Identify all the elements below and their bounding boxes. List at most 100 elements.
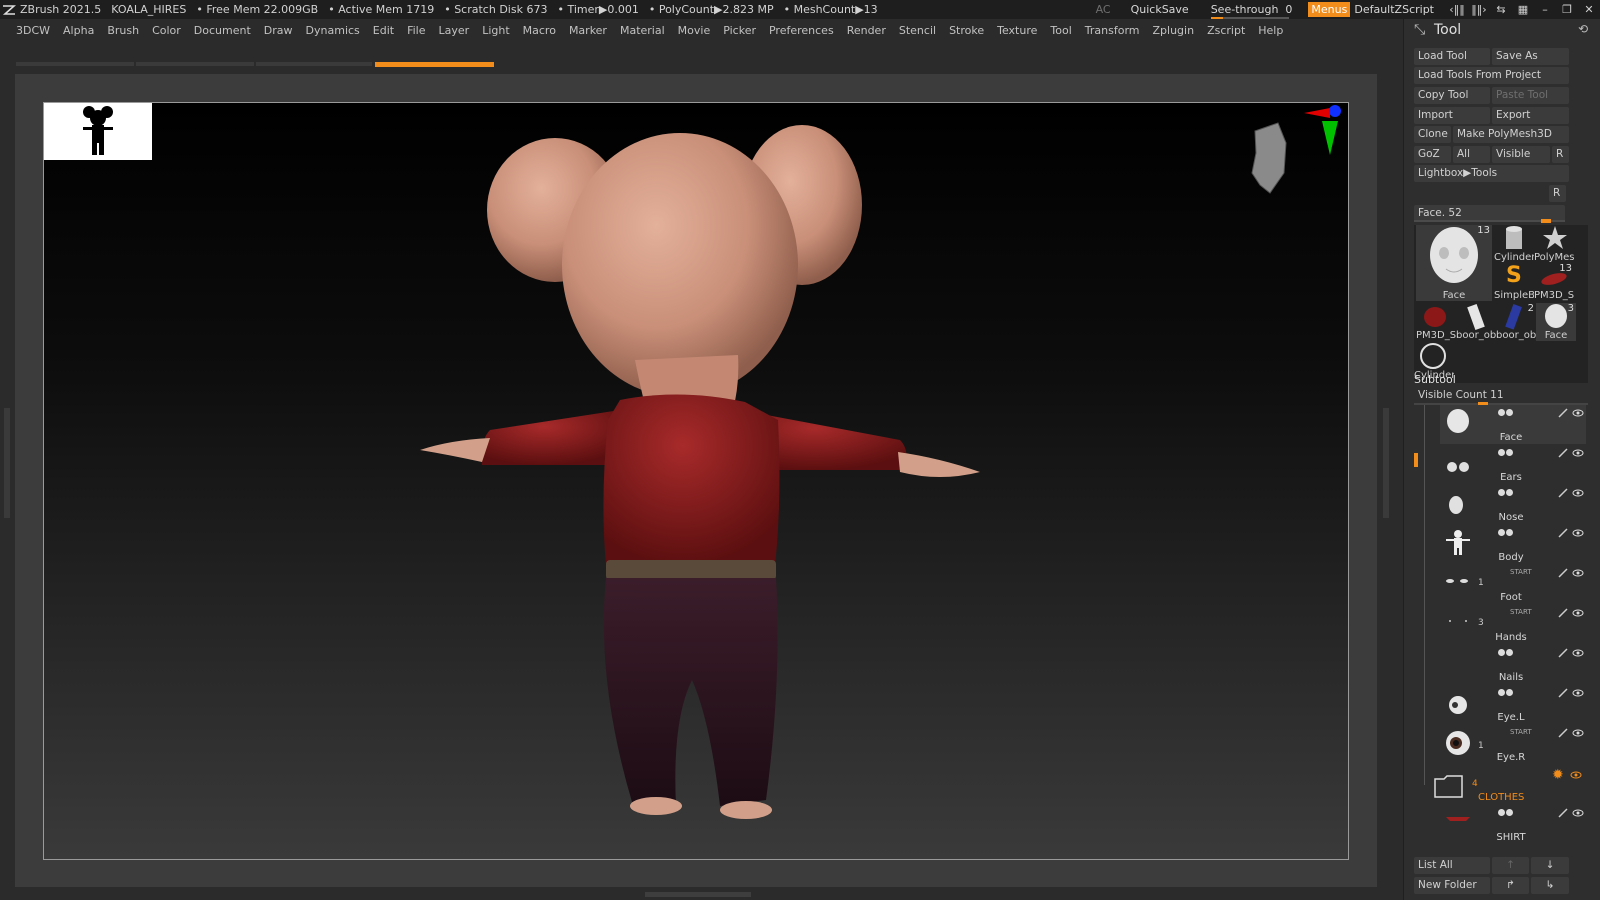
subtool-item-body[interactable]: Body: [1440, 525, 1586, 564]
eye-icon[interactable]: [1572, 568, 1584, 578]
menu-brush[interactable]: Brush: [107, 24, 139, 37]
new-folder-button[interactable]: New Folder: [1414, 877, 1490, 894]
subtool-item-shirt[interactable]: SHIRT: [1440, 805, 1586, 844]
close-icon[interactable]: ✕: [1578, 3, 1600, 16]
layout-swap-icon[interactable]: ⇆: [1490, 3, 1512, 16]
brush-icon[interactable]: [1558, 608, 1568, 618]
menu-color[interactable]: Color: [152, 24, 181, 37]
color-picker-icon[interactable]: ▦: [1512, 3, 1534, 16]
layout-prev-icon[interactable]: ‹‖‖: [1446, 3, 1468, 16]
tab-1[interactable]: [16, 62, 134, 66]
menu-document[interactable]: Document: [194, 24, 251, 37]
tool-thumb-face-2[interactable]: 3 Face: [1536, 303, 1576, 341]
polypaint-toggle-icon[interactable]: [1498, 649, 1505, 656]
menu-macro[interactable]: Macro: [523, 24, 556, 37]
navigation-head[interactable]: [1250, 103, 1350, 213]
save-as-button[interactable]: Save As: [1492, 48, 1569, 65]
lightbox-tools-button[interactable]: Lightbox▶Tools: [1414, 165, 1569, 182]
eye-icon[interactable]: [1572, 408, 1584, 418]
subtool-scroll-marker[interactable]: [1414, 453, 1418, 467]
import-button[interactable]: Import: [1414, 107, 1490, 124]
brush-icon[interactable]: [1558, 408, 1568, 418]
brush-icon[interactable]: [1558, 728, 1568, 738]
brush-icon[interactable]: [1558, 488, 1568, 498]
menu-material[interactable]: Material: [620, 24, 665, 37]
polypaint-toggle-icon[interactable]: [1498, 689, 1505, 696]
menu-alpha[interactable]: Alpha: [63, 24, 94, 37]
subtool-item-face[interactable]: Face: [1440, 405, 1586, 444]
tool-thumb-boor-1[interactable]: boor_obj: [1456, 303, 1496, 341]
pin-icon[interactable]: ⤡: [1414, 22, 1428, 38]
menus-toggle-button[interactable]: Menus: [1308, 2, 1351, 17]
goz-button[interactable]: GoZ: [1414, 146, 1451, 163]
maximize-icon[interactable]: ❐: [1556, 3, 1578, 16]
eye-icon[interactable]: [1572, 528, 1584, 538]
tool-thumb-simplebrush[interactable]: S SimpleB: [1494, 263, 1534, 301]
quicksave-button[interactable]: QuickSave: [1131, 3, 1189, 16]
eye-icon[interactable]: [1572, 728, 1584, 738]
arrow-right-icon[interactable]: ↱: [1492, 877, 1529, 894]
subtool-item-nails[interactable]: Nails: [1440, 645, 1586, 684]
menu-stencil[interactable]: Stencil: [899, 24, 936, 37]
right-tray-handle[interactable]: [1383, 408, 1389, 518]
eye-icon[interactable]: [1572, 688, 1584, 698]
material-toggle-icon[interactable]: [1506, 689, 1513, 696]
arrow-down-right-icon[interactable]: ↳: [1531, 877, 1569, 894]
brush-icon[interactable]: [1558, 808, 1568, 818]
goz-all-button[interactable]: All: [1453, 146, 1490, 163]
menu-texture[interactable]: Texture: [997, 24, 1037, 37]
polypaint-toggle-icon[interactable]: [1498, 449, 1505, 456]
eye-icon[interactable]: [1572, 448, 1584, 458]
folder-eye-icon[interactable]: [1570, 770, 1582, 780]
tab-active[interactable]: [375, 62, 494, 67]
subtool-item-hands[interactable]: 3 START Hands: [1440, 605, 1586, 644]
folder-settings-icon[interactable]: ✹: [1552, 767, 1564, 783]
tool-thumb-pm3d-2[interactable]: PM3D_S: [1416, 303, 1456, 341]
goz-r-button[interactable]: R: [1552, 146, 1569, 163]
menu-layer[interactable]: Layer: [439, 24, 470, 37]
menu-zscript[interactable]: Zscript: [1207, 24, 1245, 37]
export-button[interactable]: Export: [1492, 107, 1569, 124]
menu-transform[interactable]: Transform: [1085, 24, 1140, 37]
layout-next-icon[interactable]: ‖‖›: [1468, 3, 1490, 16]
eye-icon[interactable]: [1572, 808, 1584, 818]
menu-3dcw[interactable]: 3DCW: [16, 24, 50, 37]
subtool-folder-clothes[interactable]: 4 CLOTHES ✹: [1424, 765, 1588, 805]
tool-thumb-polymesh[interactable]: PolyMes: [1534, 225, 1574, 263]
polypaint-toggle-icon[interactable]: [1498, 409, 1505, 416]
menu-help[interactable]: Help: [1258, 24, 1283, 37]
copy-tool-button[interactable]: Copy Tool: [1414, 87, 1490, 104]
menu-edit[interactable]: Edit: [373, 24, 394, 37]
brush-icon[interactable]: [1558, 688, 1568, 698]
polypaint-toggle-icon[interactable]: [1498, 529, 1505, 536]
material-toggle-icon[interactable]: [1506, 449, 1513, 456]
load-tool-button[interactable]: Load Tool: [1414, 48, 1490, 65]
polypaint-toggle-icon[interactable]: [1498, 809, 1505, 816]
current-tool-slider[interactable]: Face. 52: [1414, 205, 1565, 223]
menu-preferences[interactable]: Preferences: [769, 24, 834, 37]
brush-icon[interactable]: [1558, 448, 1568, 458]
tool-thumb-boor-2[interactable]: 2 boor_obj: [1496, 303, 1536, 341]
eye-icon[interactable]: [1572, 488, 1584, 498]
menu-draw[interactable]: Draw: [264, 24, 293, 37]
list-all-button[interactable]: List All: [1414, 857, 1490, 874]
clone-button[interactable]: Clone: [1414, 126, 1451, 143]
ac-button[interactable]: AC: [1096, 3, 1111, 16]
load-tools-from-project-button[interactable]: Load Tools From Project: [1414, 67, 1569, 84]
visible-count-slider[interactable]: Visible Count 11: [1414, 389, 1588, 406]
goz-visible-button[interactable]: Visible: [1492, 146, 1550, 163]
menu-zplugin[interactable]: Zplugin: [1153, 24, 1195, 37]
bottom-tray-handle[interactable]: [645, 892, 751, 897]
default-zscript-button[interactable]: DefaultZScript: [1354, 3, 1434, 16]
tool-thumb-face[interactable]: 13 Face: [1416, 225, 1492, 301]
menu-dynamics[interactable]: Dynamics: [306, 24, 360, 37]
tool-r-button[interactable]: R: [1549, 185, 1566, 202]
subtool-item-foot[interactable]: 1 START Foot: [1440, 565, 1586, 604]
tab-2[interactable]: [136, 62, 254, 66]
minimize-icon[interactable]: –: [1534, 3, 1556, 16]
polypaint-toggle-icon[interactable]: [1498, 489, 1505, 496]
tool-thumb-pm3d-1[interactable]: 13 PM3D_S: [1534, 263, 1574, 301]
menu-stroke[interactable]: Stroke: [949, 24, 984, 37]
make-polymesh3d-button[interactable]: Make PolyMesh3D: [1453, 126, 1569, 143]
menu-picker[interactable]: Picker: [723, 24, 756, 37]
